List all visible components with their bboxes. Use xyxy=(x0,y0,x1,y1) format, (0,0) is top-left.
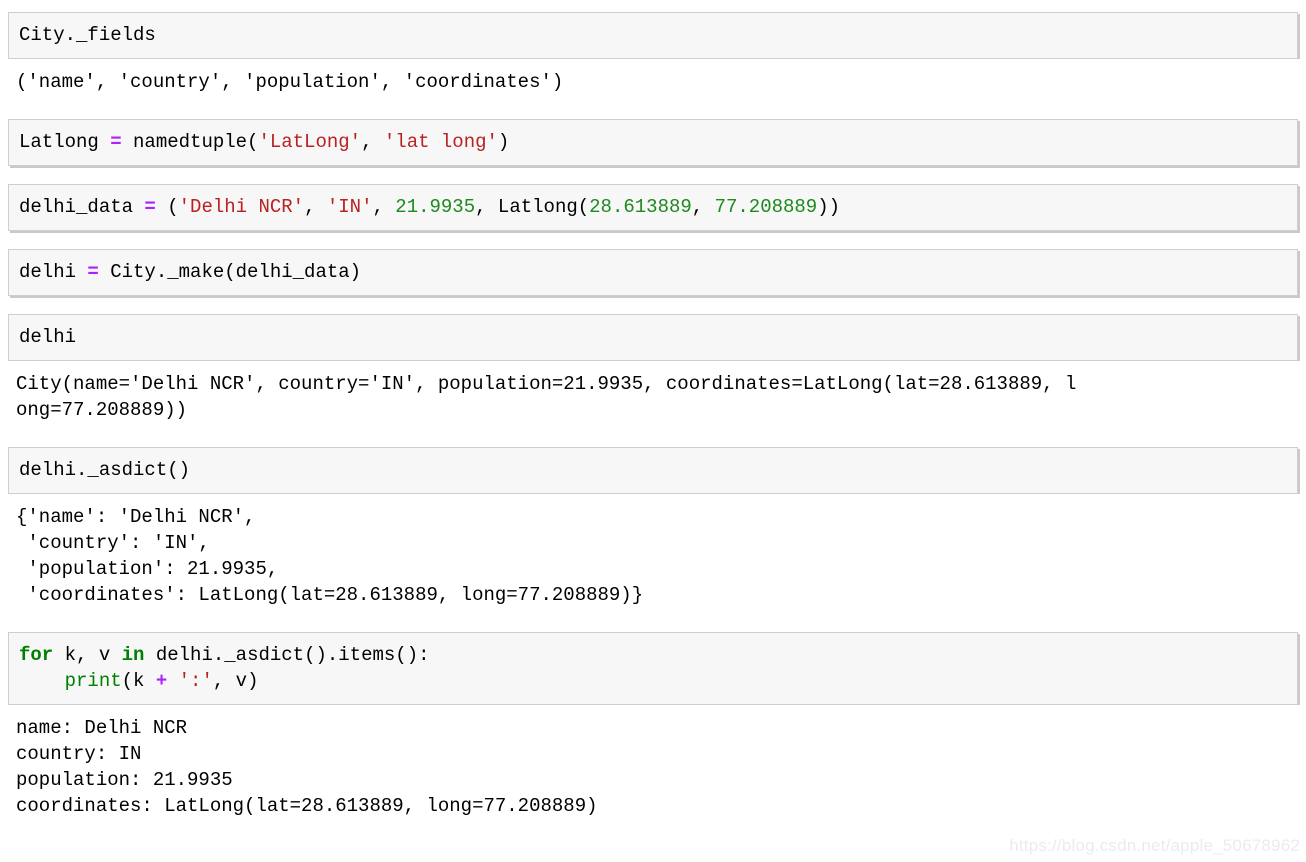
code-line: delhi xyxy=(19,324,1287,350)
keyword-token: in xyxy=(121,644,145,666)
cell-spacer xyxy=(0,231,1306,249)
text-token: coordinates: LatLong(lat=28.613889, long… xyxy=(16,795,598,817)
output-line: name: Delhi NCR xyxy=(16,715,1296,741)
text-token: {'name': 'Delhi NCR', xyxy=(16,506,256,528)
notebook-container: City._fields ('name', 'country', 'populat… xyxy=(0,0,1306,843)
text-token: , xyxy=(691,196,715,218)
text-token: delhi xyxy=(19,326,77,348)
text-token: delhi._asdict() xyxy=(19,459,191,481)
code-input-area[interactable]: delhi._asdict() xyxy=(8,447,1298,494)
text-token: country: IN xyxy=(16,743,142,765)
code-line: City._fields xyxy=(19,22,1287,48)
text-token: k, v xyxy=(53,644,122,666)
notebook-cell: delhi City(name='Delhi NCR', country='IN'… xyxy=(0,314,1306,447)
code-output-area: {'name': 'Delhi NCR', 'country': 'IN', '… xyxy=(0,494,1306,614)
code-line: delhi_data = ('Delhi NCR', 'IN', 21.9935… xyxy=(19,194,1287,220)
notebook-cell: City._fields ('name', 'country', 'populat… xyxy=(0,12,1306,119)
text-token: City(name='Delhi NCR', country='IN', pop… xyxy=(16,373,1077,395)
text-token: ong=77.208889)) xyxy=(16,399,188,421)
code-input-area[interactable]: City._fields xyxy=(8,12,1298,59)
string-token: 'IN' xyxy=(326,196,373,218)
number-token: 28.613889 xyxy=(589,196,692,218)
text-token: name: Delhi NCR xyxy=(16,717,188,739)
output-line: 'population': 21.9935, xyxy=(16,556,1296,582)
text-token: City._fields xyxy=(19,24,156,46)
code-input-area[interactable]: delhi_data = ('Delhi NCR', 'IN', 21.9935… xyxy=(8,184,1298,231)
string-token: ':' xyxy=(178,670,213,692)
text-token: 'coordinates': LatLong(lat=28.613889, lo… xyxy=(16,584,644,606)
text-token: ( xyxy=(155,196,179,218)
notebook-cell: Latlong = namedtuple('LatLong', 'lat lon… xyxy=(0,119,1306,184)
text-token: population: 21.9935 xyxy=(16,769,233,791)
cell-spacer xyxy=(0,166,1306,184)
code-line: delhi._asdict() xyxy=(19,457,1287,483)
output-line: 'country': 'IN', xyxy=(16,530,1296,556)
text-token: delhi._asdict().items(): xyxy=(144,644,430,666)
operator-token: = xyxy=(87,261,99,283)
operator-token: + xyxy=(155,670,168,692)
text-token: , xyxy=(361,131,384,153)
text-token: namedtuple( xyxy=(121,131,259,153)
output-line: population: 21.9935 xyxy=(16,767,1296,793)
text-token: ) xyxy=(497,131,510,153)
output-line: coordinates: LatLong(lat=28.613889, long… xyxy=(16,793,1296,819)
code-input-area[interactable]: delhi = City._make(delhi_data) xyxy=(8,249,1298,296)
cell-spacer xyxy=(0,296,1306,314)
text-token: , Latlong( xyxy=(475,196,590,218)
text-token: , xyxy=(304,196,327,218)
code-input-area[interactable]: Latlong = namedtuple('LatLong', 'lat lon… xyxy=(8,119,1298,166)
operator-token: = xyxy=(110,131,122,153)
output-line: ong=77.208889)) xyxy=(16,397,1296,423)
keyword-token: for xyxy=(19,644,54,666)
string-token: 'Delhi NCR' xyxy=(178,196,305,218)
code-output-area: ('name', 'country', 'population', 'coord… xyxy=(0,59,1306,101)
code-line: Latlong = namedtuple('LatLong', 'lat lon… xyxy=(19,129,1287,155)
text-token: 'country': 'IN', xyxy=(16,532,210,554)
code-input-area[interactable]: delhi xyxy=(8,314,1298,361)
text-token: delhi xyxy=(19,261,88,283)
code-output-area: name: Delhi NCR country: IN population: 21… xyxy=(0,705,1306,825)
number-token: 21.9935 xyxy=(395,196,476,218)
text-token: City._make(delhi_data) xyxy=(98,261,362,283)
cell-spacer xyxy=(0,101,1306,119)
output-line: ('name', 'country', 'population', 'coord… xyxy=(16,69,1296,95)
string-token: 'LatLong' xyxy=(258,131,362,153)
code-input-area[interactable]: for k, v in delhi._asdict().items(): pri… xyxy=(8,632,1298,705)
code-line: delhi = City._make(delhi_data) xyxy=(19,259,1287,285)
text-token: 'name', 'country', 'population', 'coordi… xyxy=(27,71,552,93)
code-output-area: City(name='Delhi NCR', country='IN', pop… xyxy=(0,361,1306,429)
cell-spacer xyxy=(0,614,1306,632)
output-line: country: IN xyxy=(16,741,1296,767)
notebook-cell: delhi._asdict() {'name': 'Delhi NCR', 'co… xyxy=(0,447,1306,632)
text-token: )) xyxy=(817,196,841,218)
code-line: for k, v in delhi._asdict().items(): xyxy=(19,642,1287,668)
operator-token: = xyxy=(144,196,156,218)
text-token: delhi_data xyxy=(19,196,145,218)
text-token: Latlong xyxy=(19,131,111,153)
output-line: City(name='Delhi NCR', country='IN', pop… xyxy=(16,371,1296,397)
notebook-cell: delhi_data = ('Delhi NCR', 'IN', 21.9935… xyxy=(0,184,1306,249)
notebook-cell: delhi = City._make(delhi_data) xyxy=(0,249,1306,314)
notebook-cell: for k, v in delhi._asdict().items(): pri… xyxy=(0,632,1306,843)
string-token: 'lat long' xyxy=(383,131,498,153)
text-token: , v) xyxy=(212,670,259,692)
text-token: 'population': 21.9935, xyxy=(16,558,279,580)
output-line: {'name': 'Delhi NCR', xyxy=(16,504,1296,530)
code-line: print(k + ':', v) xyxy=(19,668,1287,694)
number-token: 77.208889 xyxy=(714,196,818,218)
output-line: 'coordinates': LatLong(lat=28.613889, lo… xyxy=(16,582,1296,608)
watermark-text: https://blog.csdn.net/apple_50678962 xyxy=(1009,836,1300,855)
text-token: (k xyxy=(121,670,156,692)
text-token: ) xyxy=(551,71,564,93)
cell-spacer xyxy=(0,429,1306,447)
text-token: ( xyxy=(16,71,28,93)
text-token: , xyxy=(372,196,396,218)
builtin-token: print xyxy=(64,670,122,692)
